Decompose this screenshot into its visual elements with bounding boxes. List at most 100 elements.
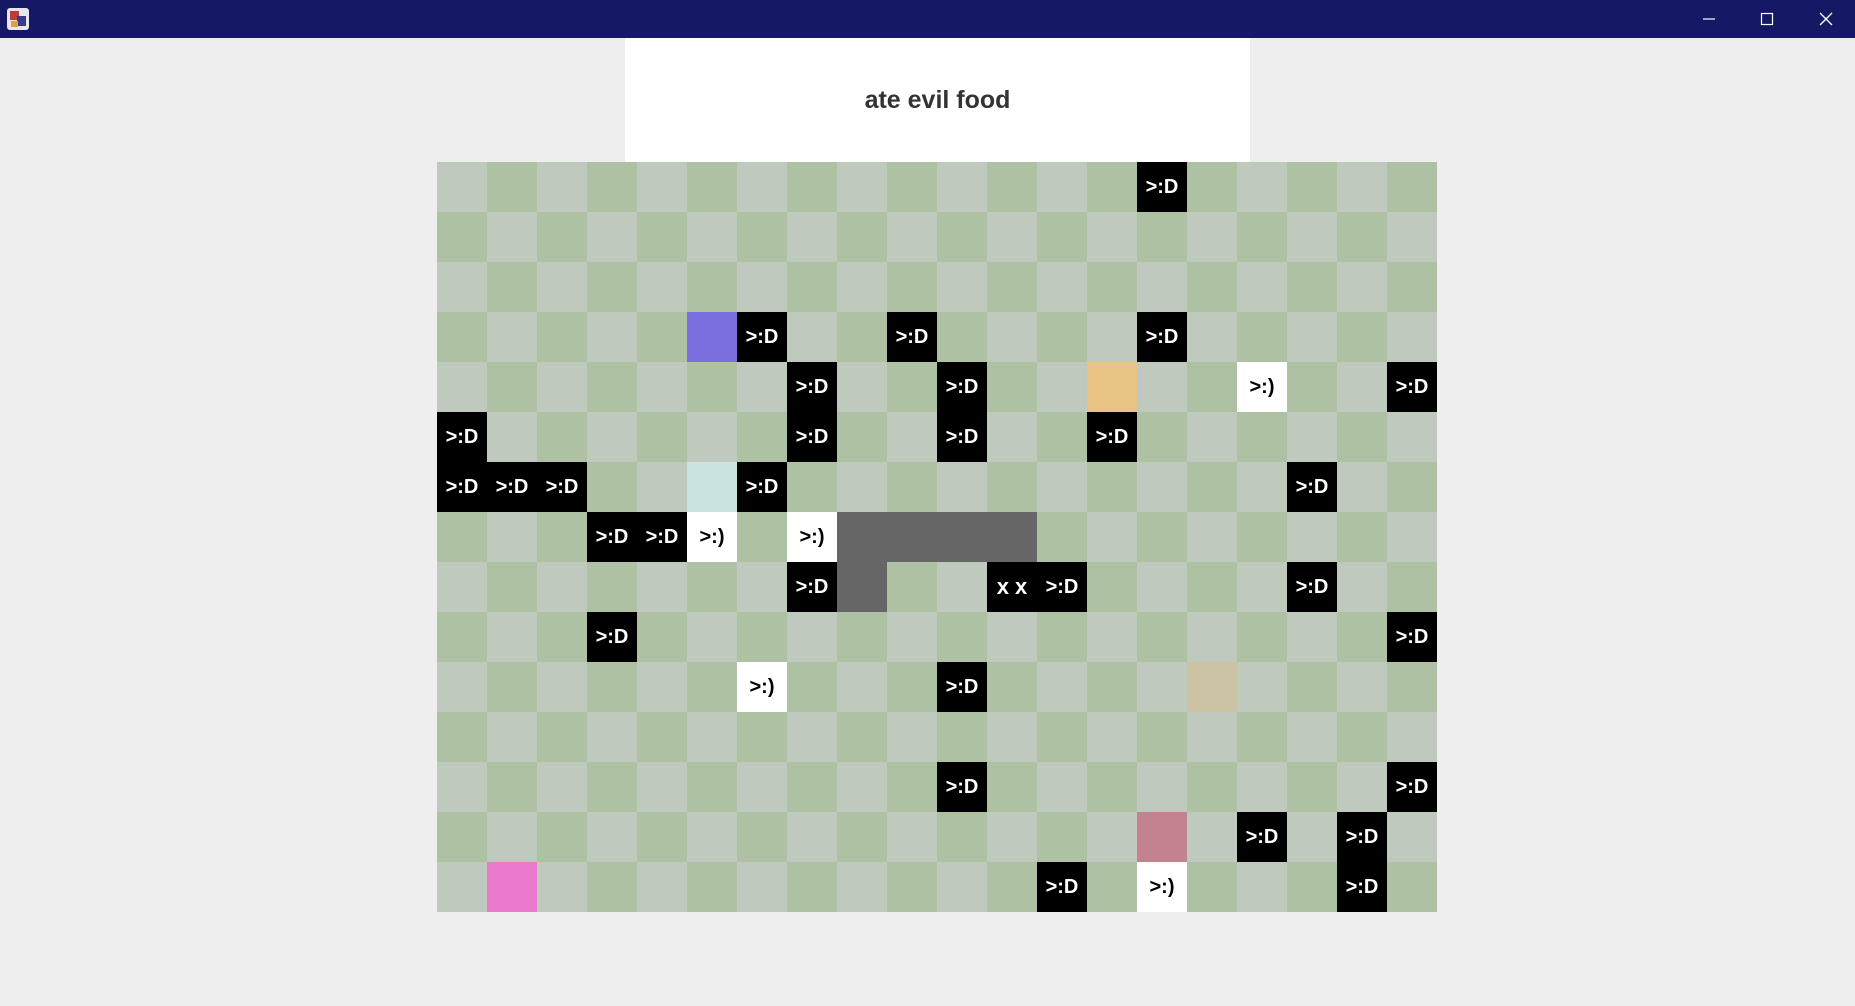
board-tile — [637, 762, 687, 812]
board-tile — [887, 862, 937, 912]
board-tile — [937, 462, 987, 512]
board-tile — [1337, 212, 1387, 262]
board-tile — [1137, 262, 1187, 312]
board-tile — [1187, 612, 1237, 662]
board-tile — [1087, 612, 1137, 662]
board-tile — [737, 212, 787, 262]
board-tile — [637, 612, 687, 662]
board-tile — [537, 262, 587, 312]
board-tile — [637, 712, 687, 762]
board-tile — [1287, 862, 1337, 912]
board-tile — [1387, 162, 1437, 212]
board-tile — [437, 612, 487, 662]
board-tile — [587, 362, 637, 412]
board-tile — [787, 612, 837, 662]
colored-tile — [687, 312, 737, 362]
board-tile — [537, 812, 587, 862]
game-board[interactable]: >:D >:D >:D >:D >:D >:D >:) >:D >:D >:D >:D >:D >:D >… — [437, 162, 1437, 912]
board-tile — [687, 212, 737, 262]
board-tile — [1187, 412, 1237, 462]
board-tile — [1287, 362, 1337, 412]
board-tile — [1237, 562, 1287, 612]
board-tile — [1137, 512, 1187, 562]
board-tile — [537, 662, 587, 712]
board-tile — [1237, 262, 1287, 312]
maximize-button[interactable] — [1738, 0, 1796, 38]
evil-food: >:D — [1237, 812, 1287, 862]
board-tile — [1237, 762, 1287, 812]
board-tile — [1137, 362, 1187, 412]
status-message: ate evil food — [864, 85, 1011, 114]
board-tile — [1287, 212, 1337, 262]
close-icon — [1819, 12, 1833, 26]
board-tile — [1037, 612, 1087, 662]
board-tile — [737, 512, 787, 562]
board-tile — [887, 612, 937, 662]
board-tile — [1087, 262, 1137, 312]
board-tile — [1037, 512, 1087, 562]
board-tile — [987, 312, 1037, 362]
board-tile — [687, 562, 737, 612]
board-tile — [937, 312, 987, 362]
board-tile — [937, 712, 987, 762]
board-tile — [1087, 712, 1137, 762]
good-food: >:) — [1137, 862, 1187, 912]
close-button[interactable] — [1797, 0, 1855, 38]
board-tile — [1287, 712, 1337, 762]
board-tile — [787, 162, 837, 212]
minimize-button[interactable] — [1680, 0, 1738, 38]
evil-food: >:D — [1087, 412, 1137, 462]
evil-food: >:D — [1137, 312, 1187, 362]
board-tile — [1037, 162, 1087, 212]
board-tile — [687, 162, 737, 212]
board-tile — [587, 662, 637, 712]
board-tile — [537, 612, 587, 662]
board-tile — [537, 712, 587, 762]
board-tile — [837, 262, 887, 312]
board-tile — [1037, 712, 1087, 762]
board-tile — [887, 562, 937, 612]
board-tile — [987, 162, 1037, 212]
board-tile — [1337, 712, 1387, 762]
board-tile — [687, 262, 737, 312]
board-tile — [487, 712, 537, 762]
board-tile — [837, 412, 887, 462]
board-tile — [587, 162, 637, 212]
board-tile — [1137, 412, 1187, 462]
snake-segment — [987, 512, 1037, 562]
board-tile — [1187, 562, 1237, 612]
board-tile — [937, 262, 987, 312]
board-tile — [737, 362, 787, 412]
board-tile — [1337, 262, 1387, 312]
board-tile — [937, 162, 987, 212]
evil-food: >:D — [737, 462, 787, 512]
good-food: >:) — [787, 512, 837, 562]
board-tile — [1087, 512, 1137, 562]
board-tile — [1137, 662, 1187, 712]
board-tile — [737, 762, 787, 812]
board-tile — [437, 762, 487, 812]
board-tile — [1387, 662, 1437, 712]
board-tile — [437, 812, 487, 862]
board-tile — [1037, 362, 1087, 412]
board-tile — [687, 812, 737, 862]
board-tile — [737, 412, 787, 462]
board-tile — [737, 562, 787, 612]
colored-tile — [487, 862, 537, 912]
evil-food: >:D — [537, 462, 587, 512]
evil-food: >:D — [587, 512, 637, 562]
board-tile — [1037, 662, 1087, 712]
board-tile — [887, 362, 937, 412]
board-tile — [1337, 512, 1387, 562]
evil-food: >:D — [737, 312, 787, 362]
board-tile — [787, 712, 837, 762]
board-tile — [687, 862, 737, 912]
board-tile — [587, 262, 637, 312]
board-tile — [1037, 762, 1087, 812]
board-tile — [687, 362, 737, 412]
board-tile — [1337, 562, 1387, 612]
board-tile — [787, 762, 837, 812]
board-tile — [637, 462, 687, 512]
board-tile — [1237, 462, 1287, 512]
evil-food: >:D — [937, 762, 987, 812]
